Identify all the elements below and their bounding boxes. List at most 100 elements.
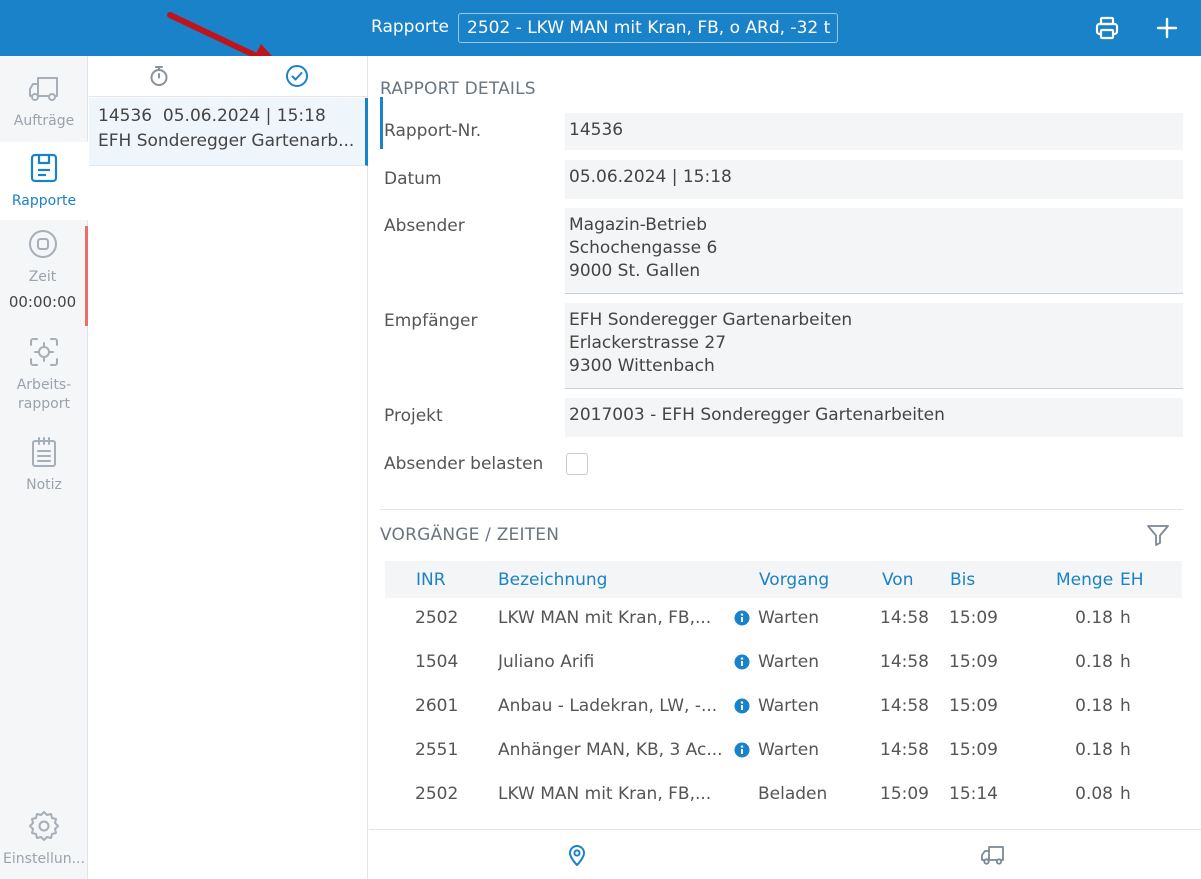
sidebar-item-notiz[interactable]: Notiz [0, 434, 88, 504]
list-item[interactable]: 14536 05.06.2024 | 15:18 EFH Sonderegger… [89, 98, 368, 166]
empfaenger-line: EFH Sonderegger Gartenarbeiten [569, 310, 853, 330]
col-bis[interactable]: Bis [950, 570, 975, 590]
cell-inr: 1504 [415, 652, 459, 672]
rapport-list-panel: 14536 05.06.2024 | 15:18 EFH Sonderegger… [89, 56, 368, 879]
target-icon [30, 338, 58, 366]
cell-von: 14:58 [880, 608, 929, 628]
empfaenger-field: EFH Sonderegger Gartenarbeiten Erlackers… [565, 303, 1183, 389]
table-row[interactable]: 2601 Anbau - Ladekran, LW, -... Warten 1… [385, 694, 1182, 738]
sidebar-item-label: Arbeits- [16, 377, 72, 393]
table-row[interactable]: 1504 Juliano Arifi Warten 14:58 15:09 0.… [385, 650, 1182, 694]
cell-eh: h [1120, 696, 1131, 716]
cell-menge: 0.18 [1075, 652, 1113, 672]
info-icon[interactable] [734, 698, 750, 714]
cell-menge: 0.18 [1075, 608, 1113, 628]
table-row[interactable]: 2502 LKW MAN mit Kran, FB,... Warten 14:… [385, 606, 1182, 650]
section-title-details: RAPPORT DETAILS [380, 79, 536, 99]
datum-field: 05.06.2024 | 15:18 [565, 160, 1183, 199]
report-icon [30, 153, 58, 183]
cell-bis: 15:09 [949, 740, 998, 760]
cell-bis: 15:09 [949, 652, 998, 672]
divider [380, 509, 1183, 510]
bottom-action-bar [369, 829, 1201, 879]
sidebar-item-auftraege[interactable]: Aufträge [0, 70, 88, 146]
list-item-nr: 14536 [98, 106, 153, 126]
sidebar-nav: Aufträge Rapporte Zeit 00:00:00 Arbeits-… [0, 56, 88, 879]
col-menge[interactable]: Menge [1056, 570, 1113, 590]
col-inr[interactable]: INR [416, 570, 446, 590]
col-von[interactable]: Von [882, 570, 914, 590]
info-icon[interactable] [734, 742, 750, 758]
info-icon[interactable] [734, 610, 750, 626]
check-circle-icon[interactable] [285, 64, 309, 88]
table-row[interactable]: 2551 Anhänger MAN, KB, 3 Ac... Warten 14… [385, 738, 1182, 782]
sidebar-item-einstellungen[interactable]: Einstellun... [0, 808, 88, 878]
cell-bezeichnung: Anhänger MAN, KB, 3 Ac... [498, 740, 723, 760]
projekt-label: Projekt [384, 406, 443, 426]
filter-icon[interactable] [1145, 522, 1171, 548]
timer-value: 00:00:00 [8, 293, 77, 311]
rapport-details-panel: RAPPORT DETAILS Rapport-Nr. 14536 Datum … [369, 56, 1201, 829]
table-row[interactable]: 2502 LKW MAN mit Kran, FB,... Beladen 15… [385, 782, 1182, 826]
gear-icon [29, 811, 59, 841]
datum-label: Datum [384, 169, 442, 189]
cell-eh: h [1120, 652, 1131, 672]
col-vorgang[interactable]: Vorgang [759, 570, 829, 590]
absender-field: Magazin-Betrieb Schochengasse 6 9000 St.… [565, 208, 1183, 294]
location-pin-icon[interactable] [564, 842, 590, 868]
section-title-vorgaenge: VORGÄNGE / ZEITEN [380, 525, 560, 545]
list-item-title: EFH Sonderegger Gartenarb... [98, 131, 355, 151]
col-bezeichnung[interactable]: Bezeichnung [498, 570, 607, 590]
active-field-indicator [380, 97, 383, 149]
absender-line: Magazin-Betrieb [569, 215, 707, 235]
col-eh[interactable]: EH [1120, 570, 1144, 590]
cell-bis: 15:14 [949, 784, 998, 804]
cell-vorgang: Warten [758, 740, 820, 760]
rapport-nr-label: Rapport-Nr. [384, 121, 482, 141]
absender-line: 9000 St. Gallen [569, 261, 701, 281]
stop-circle-icon [28, 230, 57, 258]
cell-von: 15:09 [880, 784, 929, 804]
info-icon[interactable] [734, 654, 750, 670]
sidebar-item-label: Einstellun... [3, 851, 85, 867]
cell-bis: 15:09 [949, 608, 998, 628]
empfaenger-label: Empfänger [384, 311, 478, 331]
cell-eh: h [1120, 608, 1131, 628]
cell-inr: 2502 [415, 784, 459, 804]
cell-vorgang: Warten [758, 696, 820, 716]
cell-bezeichnung: LKW MAN mit Kran, FB,... [498, 784, 712, 804]
vehicle-select[interactable]: 2502 - LKW MAN mit Kran, FB, o ARd, -32 … [458, 13, 838, 43]
sidebar-item-label: Notiz [26, 477, 62, 493]
projekt-field: 2017003 - EFH Sonderegger Gartenarbeiten [565, 398, 1183, 437]
sidebar-item-label-2: rapport [18, 396, 70, 412]
rapport-nr-field: 14536 [565, 113, 1183, 150]
sidebar-item-label: Aufträge [13, 113, 75, 129]
absender-label: Absender [384, 216, 465, 236]
sidebar-item-rapporte[interactable]: Rapporte [0, 142, 88, 220]
page-title: Rapporte [371, 17, 449, 37]
stopwatch-icon[interactable] [147, 64, 171, 88]
truck-icon[interactable] [980, 842, 1006, 868]
table-header: INR Bezeichnung Vorgang Von Bis Menge EH [385, 561, 1182, 598]
cell-inr: 2502 [415, 608, 459, 628]
sidebar-item-arbeitsrapport[interactable]: Arbeits- rapport [0, 334, 88, 424]
cell-inr: 2601 [415, 696, 459, 716]
absender-belasten-checkbox[interactable] [566, 453, 588, 475]
cell-menge: 0.18 [1075, 740, 1113, 760]
cell-inr: 2551 [415, 740, 459, 760]
cell-menge: 0.08 [1075, 784, 1113, 804]
printer-icon[interactable] [1093, 14, 1121, 42]
cell-bezeichnung: LKW MAN mit Kran, FB,... [498, 608, 712, 628]
list-item-datetime: 05.06.2024 | 15:18 [162, 106, 326, 126]
list-tabs [89, 56, 368, 97]
plus-icon[interactable] [1153, 14, 1181, 42]
sidebar-item-label: Rapporte [11, 193, 77, 209]
cell-vorgang: Warten [758, 652, 820, 672]
cell-eh: h [1120, 740, 1131, 760]
app-header: Rapporte 2502 - LKW MAN mit Kran, FB, o … [0, 0, 1201, 56]
notepad-icon [32, 437, 56, 467]
cell-von: 14:58 [880, 652, 929, 672]
sidebar-item-label: Zeit [28, 269, 57, 285]
cell-vorgang: Beladen [758, 784, 828, 804]
sidebar-item-zeit[interactable]: Zeit 00:00:00 [0, 226, 88, 326]
